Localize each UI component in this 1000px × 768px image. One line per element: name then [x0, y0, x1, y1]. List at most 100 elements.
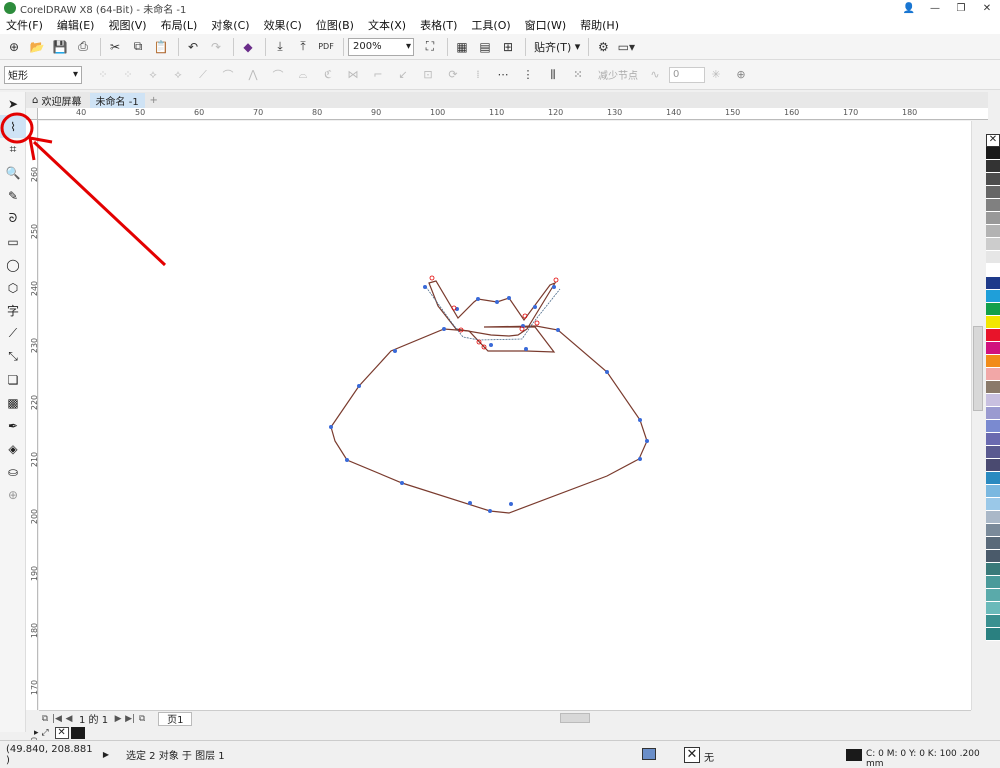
color-swatch[interactable]: [986, 524, 1000, 537]
import-icon[interactable]: ⤓: [270, 37, 290, 57]
crop-tool-icon[interactable]: ⌗: [0, 138, 26, 161]
color-swatch[interactable]: [986, 238, 1000, 251]
handle[interactable]: [553, 277, 559, 283]
color-swatch[interactable]: [986, 615, 1000, 628]
text-tool-icon[interactable]: 字: [0, 299, 26, 322]
new-document-icon[interactable]: ⊕: [4, 37, 24, 57]
color-swatch[interactable]: [986, 459, 1000, 472]
align-nodes-icon[interactable]: ⁞: [467, 65, 489, 85]
color-swatch[interactable]: [986, 420, 1000, 433]
menu-bitmaps[interactable]: 位图(B): [316, 17, 354, 33]
horizontal-scroll-thumb[interactable]: [560, 713, 590, 723]
paste-icon[interactable]: 📋: [151, 37, 171, 57]
color-swatch[interactable]: [986, 225, 1000, 238]
color-swatch[interactable]: [986, 329, 1000, 342]
minimize-button[interactable]: —: [922, 0, 948, 16]
application-launcher-icon[interactable]: ▭▾: [616, 37, 636, 57]
first-page-icon[interactable]: |◀: [51, 714, 63, 724]
transparency-tool-icon[interactable]: ▩: [0, 391, 26, 414]
connector-tool-icon[interactable]: ⤡: [0, 345, 26, 368]
node[interactable]: [524, 347, 528, 351]
color-swatch[interactable]: [986, 147, 1000, 160]
close-curve-icon[interactable]: ↙: [392, 65, 414, 85]
node[interactable]: [552, 285, 556, 289]
menu-file[interactable]: 文件(F): [6, 17, 43, 33]
menu-object[interactable]: 对象(C): [211, 17, 249, 33]
to-curve-icon[interactable]: ⌒: [217, 65, 239, 85]
break-curve-icon[interactable]: ⟡: [167, 65, 189, 85]
zoom-tool-icon[interactable]: 🔍: [0, 161, 26, 184]
reduce-nodes-button[interactable]: 减少节点: [598, 67, 638, 82]
node[interactable]: [495, 300, 499, 304]
menu-edit[interactable]: 编辑(E): [57, 17, 95, 33]
add-page-icon[interactable]: ⧉: [136, 714, 148, 724]
parallel-dimension-icon[interactable]: ⟋: [0, 322, 26, 345]
horizontal-align-icon[interactable]: ⋯: [492, 65, 514, 85]
color-swatch[interactable]: [986, 433, 1000, 446]
node[interactable]: [509, 502, 513, 506]
color-swatch[interactable]: [986, 407, 1000, 420]
publish-pdf-icon[interactable]: PDF: [316, 37, 336, 57]
zoom-level-select[interactable]: 200% ▾: [348, 37, 414, 56]
curve-smoothness-input[interactable]: 0: [669, 66, 705, 83]
bow-inner-outline[interactable]: [425, 286, 561, 341]
color-swatch[interactable]: [986, 472, 1000, 485]
node[interactable]: [556, 328, 560, 332]
node[interactable]: [645, 439, 649, 443]
node[interactable]: [442, 327, 446, 331]
new-tab-button[interactable]: +: [147, 93, 161, 108]
full-screen-icon[interactable]: ⛶: [420, 37, 440, 57]
menu-text[interactable]: 文本(X): [368, 17, 406, 33]
vertical-scrollbar[interactable]: [971, 121, 984, 710]
black-swatch[interactable]: [70, 727, 85, 739]
horizontal-ruler[interactable]: 40 50 60 70 80 90 100 110 120 130 140 150 160 170 180: [38, 108, 988, 120]
cusp-node-icon[interactable]: ⋀: [242, 65, 264, 85]
smooth-node-icon[interactable]: ⌒: [267, 65, 289, 85]
fill-none-swatch[interactable]: ✕: [684, 747, 700, 763]
node[interactable]: [345, 458, 349, 462]
color-swatch[interactable]: [986, 589, 1000, 602]
options-gear-icon[interactable]: ⚙: [593, 37, 613, 57]
extend-curve-icon[interactable]: ⋈: [342, 65, 364, 85]
tab-welcome-screen[interactable]: ⌂ 欢迎屏幕: [26, 93, 88, 108]
color-swatch[interactable]: [986, 186, 1000, 199]
delete-node-icon[interactable]: ⁘: [117, 65, 139, 85]
pick-tool-icon[interactable]: ➤: [0, 92, 26, 115]
rotate-nodes-icon[interactable]: ⟳: [442, 65, 464, 85]
node[interactable]: [488, 509, 492, 513]
color-swatch[interactable]: [986, 550, 1000, 563]
close-button[interactable]: ✕: [974, 0, 1000, 16]
no-color-swatch[interactable]: ✕: [986, 134, 1000, 147]
corner-threshold-icon[interactable]: ✳: [705, 65, 727, 85]
undo-icon[interactable]: ↶: [183, 37, 203, 57]
to-line-icon[interactable]: ⟋: [192, 65, 214, 85]
page-tab[interactable]: 页1: [158, 711, 193, 726]
node[interactable]: [329, 425, 333, 429]
last-page-icon[interactable]: ▶|: [124, 714, 136, 724]
next-page-icon[interactable]: ▶: [112, 714, 124, 724]
fill-color-icon[interactable]: [642, 748, 656, 760]
color-swatch[interactable]: [986, 576, 1000, 589]
node[interactable]: [400, 481, 404, 485]
handle[interactable]: [534, 320, 540, 326]
node[interactable]: [423, 285, 427, 289]
menu-layout[interactable]: 布局(L): [161, 17, 198, 33]
color-swatch[interactable]: [986, 264, 1000, 277]
color-swatch[interactable]: [986, 290, 1000, 303]
tab-document[interactable]: 未命名 -1: [89, 93, 145, 108]
shape-tool-icon[interactable]: ⌇: [0, 115, 26, 138]
artistic-media-icon[interactable]: ᘐ: [0, 207, 26, 230]
node[interactable]: [393, 349, 397, 353]
node[interactable]: [638, 418, 642, 422]
freehand-tool-icon[interactable]: ✎: [0, 184, 26, 207]
join-nodes-icon[interactable]: ⟡: [142, 65, 164, 85]
color-swatch[interactable]: [986, 212, 1000, 225]
node[interactable]: [476, 297, 480, 301]
redo-icon[interactable]: ↷: [206, 37, 226, 57]
status-arrow-icon[interactable]: ▶: [96, 750, 116, 759]
snap-to-dropdown[interactable]: 贴齐(T) ▾: [534, 39, 580, 55]
save-icon[interactable]: 💾: [50, 37, 70, 57]
color-swatch[interactable]: [986, 199, 1000, 212]
color-swatch[interactable]: [986, 628, 1000, 641]
skirt-body-shape[interactable]: [330, 325, 648, 514]
